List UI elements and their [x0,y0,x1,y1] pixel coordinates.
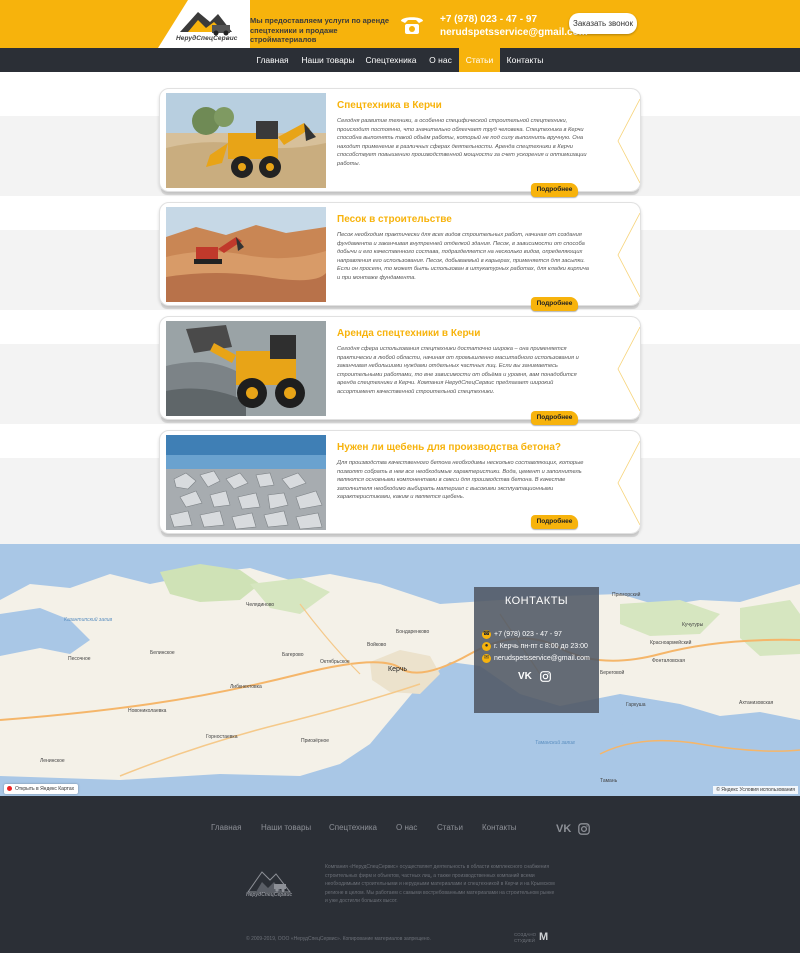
more-button[interactable]: Подробнее [531,297,578,311]
article-image [166,93,326,188]
article-card[interactable]: Спецтехника в Керчи Сегодня развитие тех… [159,88,641,192]
footer-instagram-icon[interactable] [578,823,590,835]
studio-logo-icon[interactable]: M [539,931,548,943]
map-label: Гаркуша [626,702,646,708]
map-label: Красноармейский [650,640,692,646]
article-card[interactable]: Песок в строительстве Песок необходим пр… [159,202,641,306]
contact-email[interactable]: nerudspetsservice@gmail.com [494,654,590,664]
contact-phone[interactable]: +7 (978) 023 - 47 - 97 [494,630,562,640]
map-label: Казантипский залив [64,617,113,623]
vk-icon[interactable]: VK [518,671,532,682]
footer: Главная Наши товары Спецтехника О нас Ст… [0,796,800,953]
backhoe-loader-photo-icon [166,93,326,188]
article-text: Песок необходим практически для всех вид… [337,232,589,281]
header-email[interactable]: nerudspetsservice@gmail.com [440,27,588,38]
card-fold-icon [617,326,640,412]
nav-item-home[interactable]: Главная [251,48,294,72]
map-label: Белинское [150,650,175,656]
open-in-yandex-maps-label: Открыть в Яндекс Картах [15,786,75,792]
more-button[interactable]: Подробнее [531,183,578,197]
card-fold-icon [617,212,640,298]
open-in-yandex-maps-link[interactable]: Открыть в Яндекс Картах [4,784,79,794]
studio-credit[interactable]: СОЗДАНО СТУДИЕЙ [514,932,536,943]
phone-icon [401,17,423,34]
article-image [166,321,326,416]
article-title[interactable]: Аренда спецтехники в Керчи [337,328,480,339]
nav-item-machinery[interactable]: Спецтехника [362,48,420,72]
footer-link-machinery[interactable]: Спецтехника [329,823,377,832]
mail-icon: ✉ [482,654,491,663]
article-title[interactable]: Спецтехника в Керчи [337,100,442,111]
studio-credit-line2: СТУДИЕЙ [514,937,536,943]
footer-vk-icon[interactable]: VK [556,823,571,835]
yandex-map[interactable]: Керчь Багерово Войково Горностаевка Прио… [0,544,800,796]
footer-logo-text: НерудСпецСервис [246,892,293,898]
map-copyright[interactable]: © Яндекс Условия использования [713,786,798,794]
article-card[interactable]: Аренда спецтехники в Керчи Сегодня сфера… [159,316,641,420]
logo[interactable]: НерудСпецСервис [158,0,250,48]
nav-item-articles[interactable]: Статьи [459,48,500,72]
more-button[interactable]: Подробнее [531,411,578,425]
map-label: Береговой [600,670,625,676]
map-label: Горностаевка [206,734,238,740]
footer-link-about[interactable]: О нас [396,823,417,832]
map-label: Бондаренково [396,629,430,635]
article-text: Сегодня развитие техники, а особенно спе… [337,118,587,167]
map-label: Керчь [388,666,408,673]
footer-link-products[interactable]: Наши товары [261,823,311,832]
map-label: Таманский залив [535,740,575,746]
map-label: Фонталовская [652,658,685,664]
yandex-pin-icon [7,786,12,792]
map-label: Песочное [68,656,91,662]
contact-address: г. Керчь пн-пт с 8:00 до 23:00 [494,643,588,650]
map-label: Приозёрное [301,738,330,744]
nav-item-about[interactable]: О нас [424,48,457,72]
sand-quarry-excavator-photo-icon [166,207,326,302]
card-fold-icon [617,98,640,184]
phone-icon: ☎ [482,630,491,639]
map-label: Либкнехтовка [230,684,262,690]
contacts-title: КОНТАКТЫ [504,595,569,607]
card-fold-icon [617,440,640,526]
instagram-icon[interactable] [540,671,551,682]
crushed-stone-photo-icon [166,435,326,530]
footer-link-articles[interactable]: Статьи [437,823,463,832]
map-label: Челядиново [246,602,275,608]
footer-copyright: © 2009-2019, ООО «НерудСпецСервис». Копи… [246,936,431,942]
nav-item-products[interactable]: Наши товары [297,48,359,72]
map-label: Багерово [282,652,304,658]
article-text: Сегодня сфера использования спецтехники … [337,346,579,395]
footer-link-home[interactable]: Главная [211,823,241,832]
map-label: Войково [367,642,387,648]
map-label: Новониколаевка [128,708,167,714]
header-tagline: Мы предоставляем услуги по аренде спецте… [250,16,390,44]
map-label: Ахтанизовская [739,700,774,706]
wheel-loader-gravel-photo-icon [166,321,326,416]
header: НерудСпецСервис Мы предоставляем услуги … [0,0,800,48]
map-label: Приморский [612,592,641,598]
article-title[interactable]: Нужен ли щебень для производства бетона? [337,442,561,453]
header-phone[interactable]: +7 (978) 023 - 47 - 97 [440,14,537,25]
logo-text: НерудСпецСервис [176,35,238,42]
article-title[interactable]: Песок в строительстве [337,214,452,225]
nav-item-contacts[interactable]: Контакты [502,48,548,72]
map-label: Октябрьское [320,659,350,665]
studio-credit-line1: СОЗДАНО [514,932,537,937]
article-image [166,435,326,530]
more-button[interactable]: Подробнее [531,515,578,529]
map-label: Кучугуры [682,622,704,628]
footer-about-text: Компания «НерудСпецСервис» осуществляет … [325,864,555,904]
location-pin-icon: ● [482,642,491,651]
map-label: Тамань [600,778,618,784]
article-image [166,207,326,302]
order-call-button[interactable]: Заказать звонок [569,13,637,34]
map-label: Ленинское [40,758,65,764]
footer-link-contacts[interactable]: Контакты [482,823,517,832]
article-text: Для производства качественного бетона не… [337,460,584,501]
contacts-panel: КОНТАКТЫ ☎ +7 (978) 023 - 47 - 97 ● г. К… [474,587,599,713]
main-nav: Главная Наши товары Спецтехника О нас Ст… [0,48,800,72]
